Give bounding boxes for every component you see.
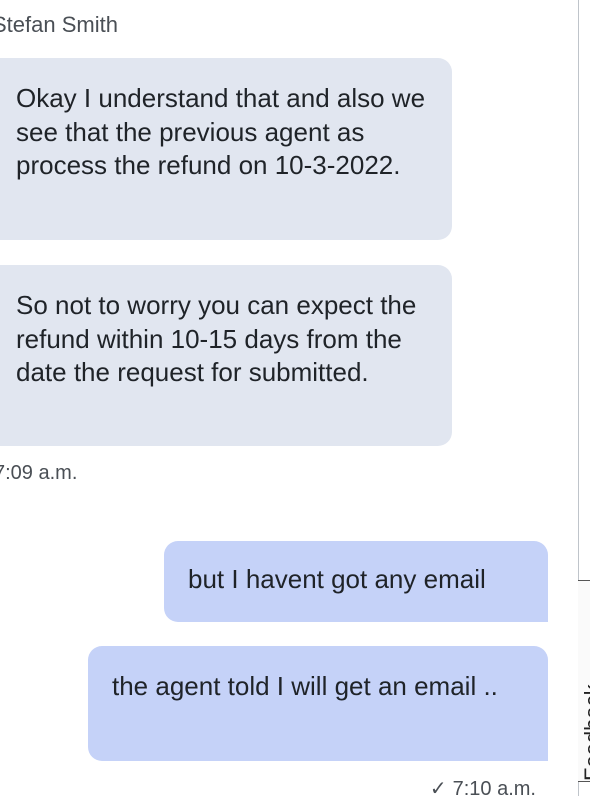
message-text: but I havent got any email <box>188 564 486 594</box>
user-timestamp-row: ✓ 7:10 a.m. <box>430 776 536 796</box>
agent-timestamp: 7:09 a.m. <box>0 462 78 484</box>
agent-message: Okay I understand that and also we see t… <box>0 58 452 240</box>
feedback-tab-label: Feedback <box>580 684 590 781</box>
agent-name: Stefan Smith <box>0 12 118 37</box>
message-text: the agent told I will get an email .. <box>112 671 498 701</box>
feedback-tab[interactable]: Feedback <box>578 580 590 782</box>
user-message: but I havent got any email <box>164 541 548 622</box>
user-message: the agent told I will get an email .. <box>88 646 548 761</box>
user-timestamp: 7:10 a.m. <box>452 778 536 796</box>
chat-transcript: Stefan Smith Okay I understand that and … <box>0 0 578 796</box>
message-text: So not to worry you can expect the refun… <box>16 290 417 387</box>
message-text: Okay I understand that and also we see t… <box>16 83 426 180</box>
agent-message: So not to worry you can expect the refun… <box>0 265 452 446</box>
checkmark-icon: ✓ <box>429 778 447 796</box>
